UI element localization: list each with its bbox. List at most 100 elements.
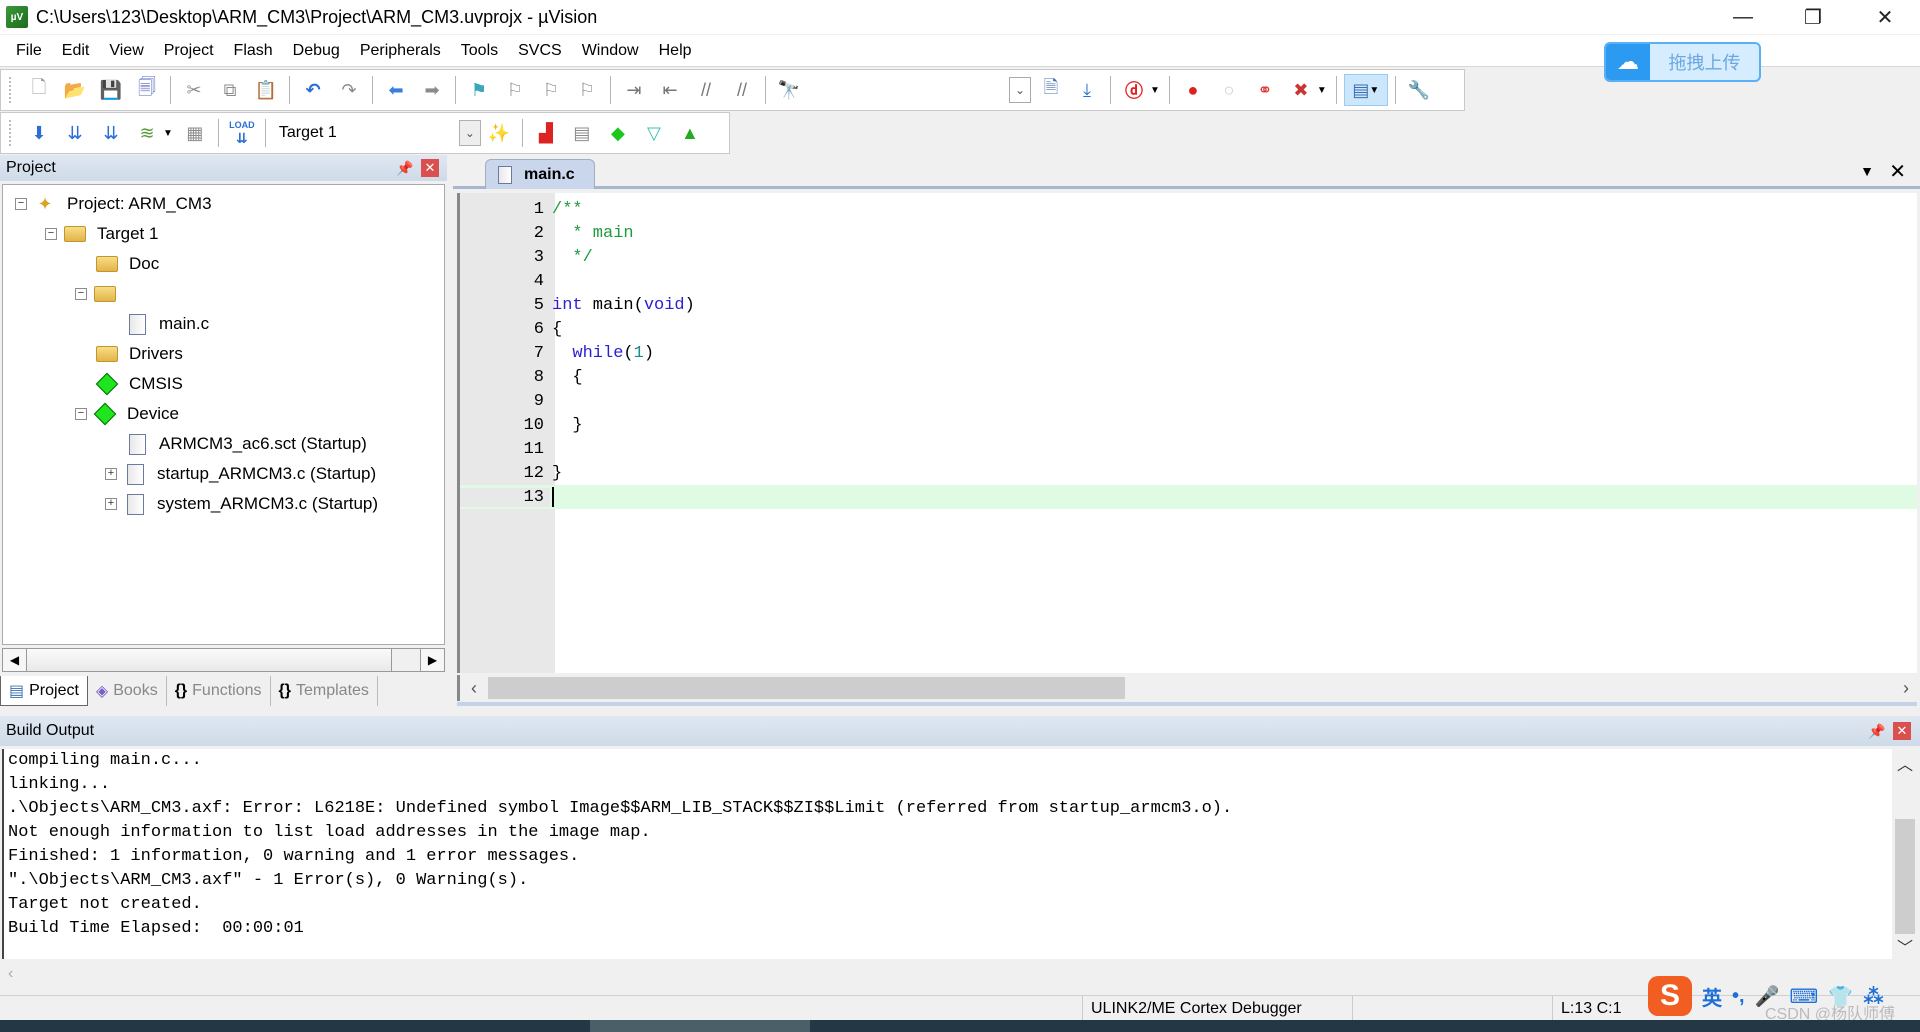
build-output-horizontal-scrollbar[interactable]: ‹ bbox=[2, 961, 1917, 987]
expand-icon[interactable]: + bbox=[105, 498, 117, 510]
enable-breakpoint-icon[interactable]: ○ bbox=[1213, 74, 1245, 106]
code-line[interactable]: 10 } bbox=[460, 413, 1917, 437]
navigate-forward-icon[interactable]: ➡ bbox=[416, 74, 448, 106]
redo-icon[interactable]: ↷ bbox=[333, 74, 365, 106]
find-combo-dropdown[interactable]: ⌄ bbox=[1009, 77, 1031, 103]
code-line[interactable]: 4 bbox=[460, 269, 1917, 293]
scroll-left-icon[interactable]: ◀ bbox=[3, 649, 27, 671]
new-file-icon[interactable]: 🗋 bbox=[23, 74, 55, 106]
pin-icon[interactable]: 📌 bbox=[396, 160, 413, 177]
tab-project[interactable]: ▤ Project bbox=[0, 676, 88, 706]
find-icon[interactable]: 🗎 bbox=[1035, 74, 1067, 106]
scrollbar-thumb[interactable] bbox=[488, 677, 1125, 699]
uncomment-icon[interactable]: // bbox=[726, 74, 758, 106]
undo-icon[interactable]: ↶ bbox=[297, 74, 329, 106]
comment-icon[interactable]: // bbox=[690, 74, 722, 106]
ime-language-toggle[interactable]: 英 bbox=[1702, 982, 1722, 1011]
close-editor-button[interactable]: ✕ bbox=[1889, 159, 1906, 184]
clear-bookmarks-icon[interactable]: ⚐ bbox=[571, 74, 603, 106]
tab-functions[interactable]: {} Functions bbox=[167, 676, 271, 706]
scrollbar-track[interactable] bbox=[392, 649, 420, 671]
pack-installer-icon[interactable]: ▽ bbox=[638, 117, 670, 149]
sogou-logo-icon[interactable]: S bbox=[1648, 976, 1692, 1016]
collapse-icon[interactable]: − bbox=[45, 228, 57, 240]
incremental-find-icon[interactable]: ⤓ bbox=[1071, 74, 1103, 106]
open-file-icon[interactable]: 📂 bbox=[59, 74, 91, 106]
menu-edit[interactable]: Edit bbox=[52, 42, 100, 60]
expand-icon[interactable]: + bbox=[105, 468, 117, 480]
save-all-icon[interactable]: 🗐 bbox=[131, 74, 163, 106]
tree-node-target[interactable]: − Target 1 bbox=[45, 219, 158, 249]
chevron-down-icon[interactable]: ▼ bbox=[1150, 85, 1160, 96]
tree-node-group-user[interactable]: − bbox=[75, 279, 127, 309]
disable-breakpoints-icon[interactable]: ⚭ bbox=[1249, 74, 1281, 106]
collapse-icon[interactable]: − bbox=[75, 408, 87, 420]
tree-node-file-system[interactable]: + system_ARMCM3.c (Startup) bbox=[105, 489, 378, 519]
menu-flash[interactable]: Flash bbox=[224, 42, 283, 60]
tree-node-group-doc[interactable]: Doc bbox=[95, 249, 159, 279]
menu-file[interactable]: File bbox=[6, 42, 52, 60]
download-icon[interactable]: LOAD ⇊ bbox=[226, 117, 258, 149]
punctuation-icon[interactable]: •, bbox=[1732, 985, 1745, 1008]
editor-tab-main-c[interactable]: main.c bbox=[485, 159, 595, 189]
code-line[interactable]: 9 bbox=[460, 389, 1917, 413]
tree-node-cmsis[interactable]: CMSIS bbox=[95, 369, 183, 399]
select-packs-icon[interactable]: ▤ bbox=[566, 117, 598, 149]
tree-node-group-drivers[interactable]: Drivers bbox=[95, 339, 183, 369]
batch-build-icon[interactable]: ≋ bbox=[131, 117, 163, 149]
scroll-right-icon[interactable]: › bbox=[1903, 678, 1909, 699]
tree-node-file-startup[interactable]: + startup_ARMCM3.c (Startup) bbox=[105, 459, 376, 489]
pack-manager-icon[interactable]: ▲ bbox=[674, 117, 706, 149]
build-output-text[interactable]: compiling main.c... linking... .\Objects\A… bbox=[2, 749, 1892, 959]
target-select[interactable]: Target 1 ⌄ bbox=[271, 118, 481, 148]
navigate-back-icon[interactable]: ⬅ bbox=[380, 74, 412, 106]
kill-breakpoints-icon[interactable]: ✖ bbox=[1285, 74, 1317, 106]
chevron-down-icon[interactable]: ⌄ bbox=[458, 120, 481, 146]
code-line[interactable]: 2 * main bbox=[460, 221, 1917, 245]
tree-horizontal-scrollbar[interactable]: ◀ ▶ bbox=[2, 648, 445, 672]
paste-icon[interactable]: 📋 bbox=[250, 74, 282, 106]
rebuild-icon[interactable]: ⇊ bbox=[95, 117, 127, 149]
scroll-left-icon[interactable]: ‹ bbox=[460, 678, 488, 699]
tab-templates[interactable]: {} Templates bbox=[271, 676, 378, 706]
manage-run-time-environment-icon[interactable]: ◆ bbox=[602, 117, 634, 149]
tab-list-dropdown-icon[interactable]: ▼ bbox=[1860, 163, 1874, 179]
unindent-icon[interactable]: ⇤ bbox=[654, 74, 686, 106]
code-line[interactable]: 7 while(1) bbox=[460, 341, 1917, 365]
find-in-files-icon[interactable]: 🔭 bbox=[773, 74, 805, 106]
copy-icon[interactable]: ⧉ bbox=[214, 74, 246, 106]
toolbar-grip[interactable] bbox=[9, 120, 13, 146]
minimize-button[interactable]: — bbox=[1714, 0, 1772, 34]
menu-tools[interactable]: Tools bbox=[451, 42, 508, 60]
cut-icon[interactable]: ✂ bbox=[178, 74, 210, 106]
tree-node-file-sct[interactable]: ARMCM3_ac6.sct (Startup) bbox=[125, 429, 367, 459]
scroll-up-icon[interactable]: ︿ bbox=[1893, 751, 1917, 775]
menu-peripherals[interactable]: Peripherals bbox=[350, 42, 451, 60]
insert-breakpoint-icon[interactable]: ● bbox=[1177, 74, 1209, 106]
bookmark-icon[interactable]: ⚑ bbox=[463, 74, 495, 106]
chevron-down-icon[interactable]: ▼ bbox=[163, 128, 173, 139]
menu-window[interactable]: Window bbox=[572, 42, 649, 60]
menu-view[interactable]: View bbox=[99, 42, 153, 60]
save-icon[interactable]: 💾 bbox=[95, 74, 127, 106]
code-line[interactable]: 6{ bbox=[460, 317, 1917, 341]
tree-node-device[interactable]: − Device bbox=[75, 399, 179, 429]
chevron-down-icon[interactable]: ▼ bbox=[1317, 85, 1327, 96]
code-line[interactable]: 1 /** bbox=[460, 197, 1917, 221]
scrollbar-thumb[interactable] bbox=[1895, 819, 1915, 934]
build-output-vertical-scrollbar[interactable]: ︿ ﹀ bbox=[1893, 749, 1917, 959]
pin-icon[interactable]: 📌 bbox=[1868, 723, 1885, 740]
menu-debug[interactable]: Debug bbox=[283, 42, 350, 60]
debug-session-icon[interactable]: ⓓ bbox=[1118, 74, 1150, 106]
next-bookmark-icon[interactable]: ⚐ bbox=[535, 74, 567, 106]
manage-project-items-icon[interactable]: ▟ bbox=[530, 117, 562, 149]
restore-button[interactable]: ❐ bbox=[1784, 0, 1842, 34]
prev-bookmark-icon[interactable]: ⚐ bbox=[499, 74, 531, 106]
toolbar-grip[interactable] bbox=[9, 77, 13, 103]
baidu-upload-widget[interactable]: ☁ 拖拽上传 bbox=[1604, 42, 1761, 82]
scroll-right-icon[interactable]: ▶ bbox=[420, 649, 444, 671]
code-line[interactable]: 12} bbox=[460, 461, 1917, 485]
menu-svcs[interactable]: SVCS bbox=[508, 42, 572, 60]
tree-node-file-main[interactable]: main.c bbox=[125, 309, 209, 339]
code-line[interactable]: 8 { bbox=[460, 365, 1917, 389]
